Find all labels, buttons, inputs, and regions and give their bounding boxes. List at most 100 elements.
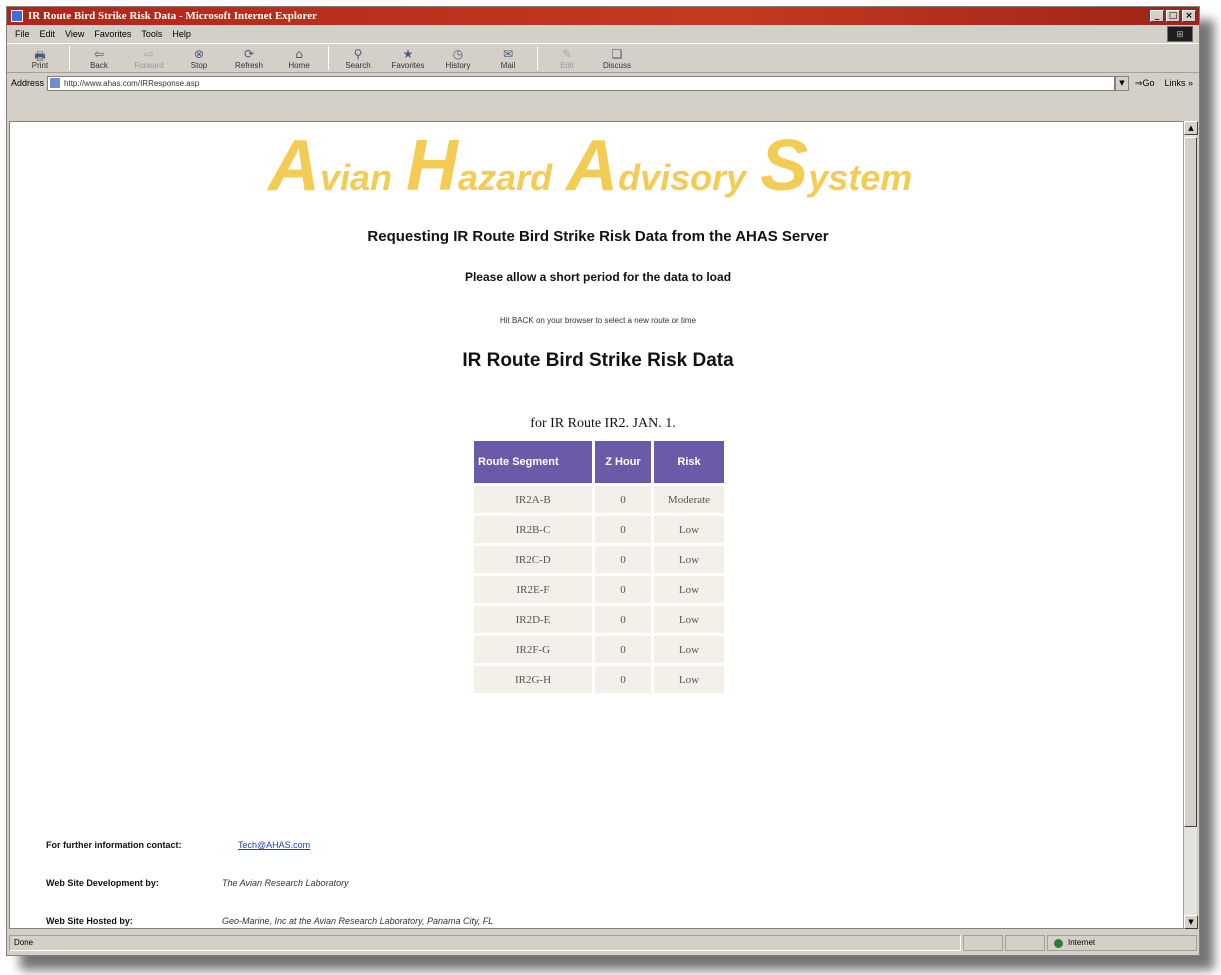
logo-word: Avian (268, 126, 393, 206)
stop-button[interactable]: ⊗ Stop (174, 47, 224, 72)
route-segment-cell: IR2G-H (474, 666, 592, 693)
risk-cell: Low (654, 666, 724, 693)
table-header-row: Route Segment Z Hour Risk (474, 441, 724, 483)
address-input[interactable]: http://www.ahas.com/IRResponse.asp (47, 75, 1115, 91)
ie-icon (11, 10, 23, 22)
route-segment-cell: IR2B-C (474, 516, 592, 543)
risk-cell: Low (654, 636, 724, 663)
table-row: IR2G-H 0 Low (474, 666, 724, 693)
menu-edit[interactable]: Edit (40, 29, 56, 39)
route-segment-cell: IR2E-F (474, 576, 592, 603)
toolbar-label: Stop (190, 61, 208, 70)
links-button[interactable]: Links » (1164, 78, 1193, 88)
toolbar-label: Search (345, 61, 371, 70)
toolbar-label: History (445, 61, 471, 70)
status-cell (963, 935, 1003, 951)
forward-button[interactable]: ⇨ Forward (124, 47, 174, 72)
logo-rest: dvisory (618, 157, 747, 198)
browser-window: IR Route Bird Strike Risk Data - Microso… (6, 6, 1200, 956)
menu-bar: File Edit View Favorites Tools Help ⊞ (7, 25, 1199, 43)
data-heading: IR Route Bird Strike Risk Data (462, 350, 734, 371)
security-zone: Internet (1047, 935, 1197, 951)
scroll-down-icon[interactable]: ▼ (1184, 915, 1198, 929)
refresh-button[interactable]: ⟳ Refresh (224, 47, 274, 72)
maximize-button[interactable]: □ (1166, 10, 1180, 22)
z-hour-cell: 0 (595, 636, 651, 663)
forward-icon: ⇨ (143, 47, 155, 61)
development-label: Web Site Development by: (46, 878, 159, 888)
logo-word: Hazard (406, 126, 552, 206)
address-label: Address (11, 78, 45, 88)
request-heading: Requesting IR Route Bird Strike Risk Dat… (367, 228, 829, 245)
history-button[interactable]: ◷ History (433, 47, 483, 72)
toolbar-label: Print (31, 61, 49, 70)
scroll-up-icon[interactable]: ▲ (1184, 121, 1198, 135)
favorites-icon: ★ (402, 47, 414, 61)
title-bar: IR Route Bird Strike Risk Data - Microso… (7, 7, 1199, 25)
logo-word: System (760, 126, 913, 206)
go-button[interactable]: ⇒Go (1135, 78, 1155, 89)
toolbar-separator (69, 46, 70, 70)
table-row: IR2E-F 0 Low (474, 576, 724, 603)
risk-cell: Low (654, 576, 724, 603)
logo-rest: ystem (808, 157, 913, 198)
logo-word: Advisory (566, 126, 747, 206)
mail-button[interactable]: ✉ Mail (483, 47, 533, 72)
contact-email-link[interactable]: Tech@AHAS.com (238, 840, 310, 850)
toolbar-label: Forward (134, 61, 164, 70)
status-cell (1005, 935, 1045, 951)
toolbar: 🖶 Print ⇦ Back ⇨ Forward ⊗ Stop ⟳ Refresh ⌂ Home ⚲ Se… (7, 43, 1199, 73)
home-button[interactable]: ⌂ Home (274, 47, 324, 72)
window-title: IR Route Bird Strike Risk Data - Microso… (28, 10, 317, 22)
route-segment-cell: IR2D-E (474, 606, 592, 633)
address-dropdown-button[interactable]: ▼ (1114, 75, 1129, 91)
z-hour-cell: 0 (595, 666, 651, 693)
discuss-button[interactable]: ❏ Discuss (592, 47, 642, 72)
table-row: IR2A-B 0 Moderate (474, 486, 724, 513)
toolbar-separator (328, 46, 329, 70)
menu-favorites[interactable]: Favorites (94, 29, 131, 39)
search-icon: ⚲ (353, 47, 363, 61)
print-button[interactable]: 🖶 Print (15, 47, 65, 72)
route-segment-cell: IR2F-G (474, 636, 592, 663)
menu-view[interactable]: View (65, 29, 84, 39)
favorites-button[interactable]: ★ Favorites (383, 47, 433, 72)
toolbar-label: Mail (500, 61, 516, 70)
toolbar-separator (537, 46, 538, 70)
header-risk: Risk (654, 441, 724, 483)
vertical-scrollbar[interactable]: ▲ ▼ (1183, 121, 1198, 929)
back-button[interactable]: ⇦ Back (74, 47, 124, 72)
logo-initial: A (268, 126, 320, 206)
edit-button[interactable]: ✎ Edit (542, 47, 592, 72)
z-hour-cell: 0 (595, 546, 651, 573)
history-icon: ◷ (452, 47, 464, 61)
logo-initial: H (406, 126, 459, 206)
table-row: IR2B-C 0 Low (474, 516, 724, 543)
table-caption: for IR Route IR2. JAN. 1. (530, 416, 676, 431)
page-icon (50, 78, 61, 88)
toolbar-label: Edit (560, 61, 574, 70)
menu-help[interactable]: Help (172, 29, 191, 39)
discuss-icon: ❏ (611, 47, 623, 61)
wait-message: Please allow a short period for the data… (464, 270, 732, 284)
stop-icon: ⊗ (193, 47, 205, 61)
logo-initial: A (566, 126, 619, 206)
toolbar-label: Refresh (234, 61, 263, 70)
menu-file[interactable]: File (15, 29, 30, 39)
home-icon: ⌂ (295, 47, 303, 61)
header-z-hour: Z Hour (595, 441, 651, 483)
scroll-thumb[interactable] (1184, 137, 1197, 827)
menu-tools[interactable]: Tools (141, 29, 162, 39)
header-route-segment: Route Segment (474, 441, 592, 483)
logo-rest: vian (320, 157, 393, 198)
table-row: IR2C-D 0 Low (474, 546, 724, 573)
status-text: Done (9, 935, 961, 951)
toolbar-label: Back (90, 61, 108, 70)
close-button[interactable]: × (1182, 10, 1196, 22)
z-hour-cell: 0 (595, 486, 651, 513)
minimize-button[interactable]: _ (1150, 10, 1164, 22)
edit-icon: ✎ (561, 47, 573, 61)
logo-initial: S (760, 126, 809, 206)
search-button[interactable]: ⚲ Search (333, 47, 383, 72)
route-segment-cell: IR2A-B (474, 486, 592, 513)
